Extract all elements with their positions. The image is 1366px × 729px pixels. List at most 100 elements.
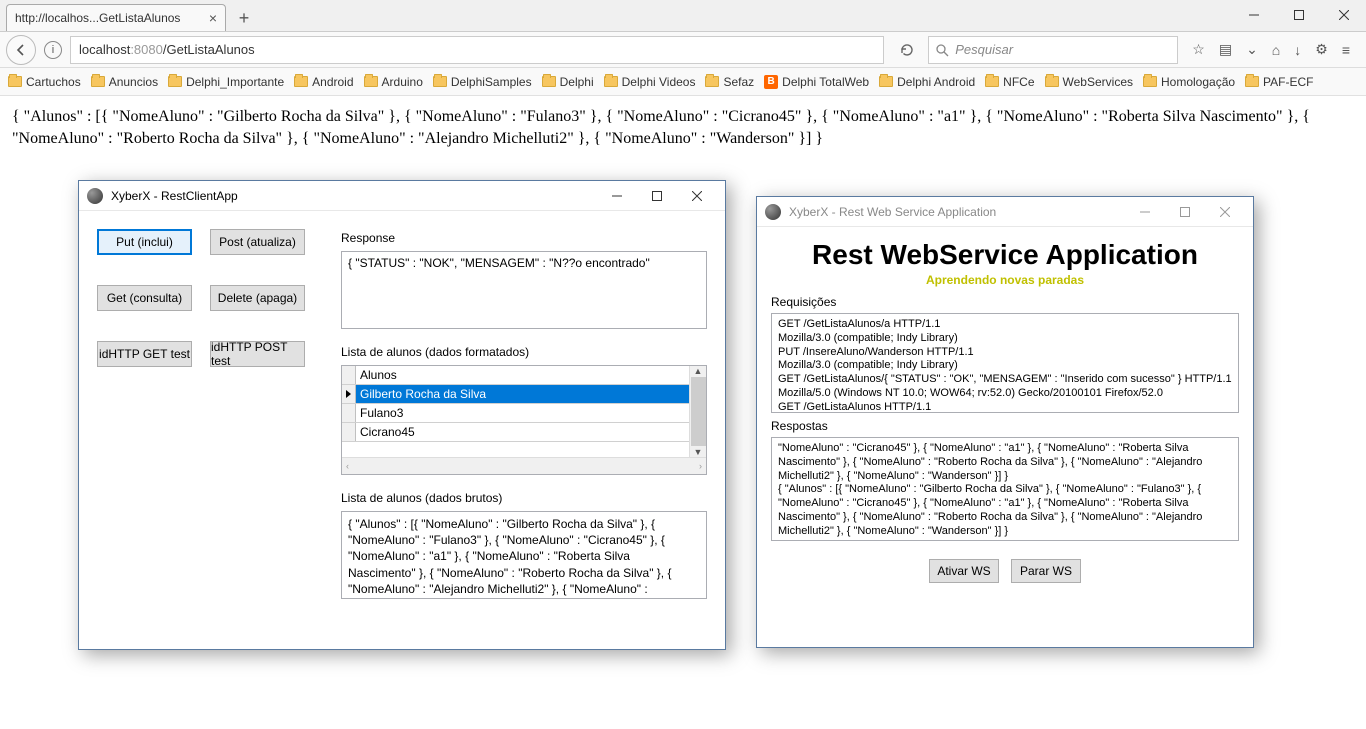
server-subheading: Aprendendo novas paradas [771,273,1239,287]
server-titlebar[interactable]: XyberX - Rest Web Service Application [757,197,1253,227]
rest-client-window: XyberX - RestClientApp Put (inclui) Post… [78,180,726,650]
bookmark-item[interactable]: Delphi Videos [604,75,696,89]
bookmark-item[interactable]: PAF-ECF [1245,75,1313,89]
server-minimize-button[interactable] [1125,200,1165,224]
folder-icon [604,76,618,87]
grid-gutter [342,404,356,422]
bookmark-star-icon[interactable]: ☆ [1192,41,1205,58]
folder-icon [1245,76,1259,87]
scroll-down-icon[interactable]: ▼ [694,447,703,457]
scroll-thumb[interactable] [691,377,706,446]
server-close-button[interactable] [1205,200,1245,224]
new-tab-button[interactable]: + [230,5,258,31]
folder-icon [542,76,556,87]
minimize-button[interactable] [1231,0,1276,30]
scroll-up-icon[interactable]: ▲ [694,366,703,376]
grid-scrollbar-horizontal[interactable]: ‹ › [342,457,706,474]
close-icon[interactable]: × [209,10,217,26]
bookmark-item[interactable]: Cartuchos [8,75,81,89]
bookmark-item[interactable]: Anuncios [91,75,158,89]
bookmark-label: Arduino [382,75,423,89]
scroll-right-icon[interactable]: › [699,461,702,471]
downloads-icon[interactable]: ↓ [1294,42,1301,58]
students-grid[interactable]: AlunosGilberto Rocha da SilvaFulano3Cicr… [341,365,707,475]
grid-gutter [342,385,356,403]
client-titlebar[interactable]: XyberX - RestClientApp [79,181,725,211]
bookmark-item[interactable]: Homologação [1143,75,1235,89]
bookmark-item[interactable]: NFCe [985,75,1034,89]
client-maximize-button[interactable] [637,184,677,208]
grid-cell: Gilberto Rocha da Silva [356,387,689,401]
bookmark-item[interactable]: Android [294,75,353,89]
bookmark-label: Delphi_Importante [186,75,284,89]
toolbar-icons: ☆ ▤ ⌄ ⌂ ↓ ⚙ ≡ [1182,41,1360,58]
requests-label: Requisições [771,295,1239,309]
grid-gutter [342,423,356,441]
maximize-button[interactable] [1276,0,1321,30]
bookmark-item[interactable]: Sefaz [705,75,754,89]
url-port: :8080 [130,42,163,57]
idhttp-get-button[interactable]: idHTTP GET test [97,341,192,367]
put-button[interactable]: Put (inclui) [97,229,192,255]
url-host: localhost [79,42,130,57]
browser-tabbar: http://localhos...GetListaAlunos × + [0,0,1366,32]
close-button[interactable] [1321,0,1366,30]
bookmark-item[interactable]: Arduino [364,75,423,89]
post-button[interactable]: Post (atualiza) [210,229,305,255]
server-maximize-button[interactable] [1165,200,1205,224]
extensions-icon[interactable]: ⚙ [1315,41,1328,58]
parar-ws-button[interactable]: Parar WS [1011,559,1081,583]
rest-server-window: XyberX - Rest Web Service Application Re… [756,196,1254,648]
url-bar[interactable]: localhost:8080/GetListaAlunos [70,36,884,64]
folder-icon [879,76,893,87]
bookmark-label: Android [312,75,353,89]
server-title: XyberX - Rest Web Service Application [789,205,1125,219]
folder-icon [168,76,182,87]
grid-cell: Fulano3 [356,406,689,420]
requests-textbox[interactable]: GET /GetListaAlunos/a HTTP/1.1 Mozilla/3… [771,313,1239,413]
response-textbox[interactable]: { "STATUS" : "NOK", "MENSAGEM" : "N??o e… [341,251,707,329]
get-button[interactable]: Get (consulta) [97,285,192,311]
grid-scrollbar-vertical[interactable]: ▲ ▼ [689,366,706,457]
reload-button[interactable] [894,37,920,63]
blogger-icon: B [764,75,778,89]
window-controls [1231,0,1366,30]
page-body-text: { "Alunos" : [{ "NomeAluno" : "Gilberto … [0,96,1366,159]
bookmark-item[interactable]: WebServices [1045,75,1133,89]
scroll-left-icon[interactable]: ‹ [346,461,349,471]
home-icon[interactable]: ⌂ [1272,42,1280,58]
library-icon[interactable]: ▤ [1219,41,1232,58]
folder-icon [8,76,22,87]
bookmark-label: NFCe [1003,75,1034,89]
back-button[interactable] [6,35,36,65]
delete-button[interactable]: Delete (apaga) [210,285,305,311]
bookmark-item[interactable]: BDelphi TotalWeb [764,75,869,89]
grid-row[interactable]: Gilberto Rocha da Silva [342,385,689,404]
bookmark-label: PAF-ECF [1263,75,1313,89]
grid-cell: Cicrano45 [356,425,689,439]
client-title: XyberX - RestClientApp [111,189,597,203]
search-bar[interactable]: Pesquisar [928,36,1178,64]
bookmark-item[interactable]: Delphi [542,75,594,89]
browser-tab[interactable]: http://localhos...GetListaAlunos × [6,4,226,31]
ativar-ws-button[interactable]: Ativar WS [929,559,999,583]
site-info-icon[interactable]: i [44,41,62,59]
bookmarks-bar: Cartuchos Anuncios Delphi_Importante Androi… [0,68,1366,96]
client-minimize-button[interactable] [597,184,637,208]
raw-label: Lista de alunos (dados brutos) [341,491,707,505]
folder-icon [433,76,447,87]
bookmark-label: Delphi Android [897,75,975,89]
bookmark-item[interactable]: Delphi_Importante [168,75,284,89]
client-close-button[interactable] [677,184,717,208]
grid-row[interactable]: Cicrano45 [342,423,689,442]
responses-textbox[interactable]: "NomeAluno" : "Cicrano45" }, { "NomeAlun… [771,437,1239,541]
bookmark-item[interactable]: DelphiSamples [433,75,532,89]
tab-title: http://localhos...GetListaAlunos [15,11,180,25]
idhttp-post-button[interactable]: idHTTP POST test [210,341,305,367]
raw-textbox[interactable]: { "Alunos" : [{ "NomeAluno" : "Gilberto … [341,511,707,599]
bookmark-item[interactable]: Delphi Android [879,75,975,89]
pocket-icon[interactable]: ⌄ [1246,41,1258,58]
grid-row[interactable]: Fulano3 [342,404,689,423]
app-icon [765,204,781,220]
menu-icon[interactable]: ≡ [1342,42,1350,58]
